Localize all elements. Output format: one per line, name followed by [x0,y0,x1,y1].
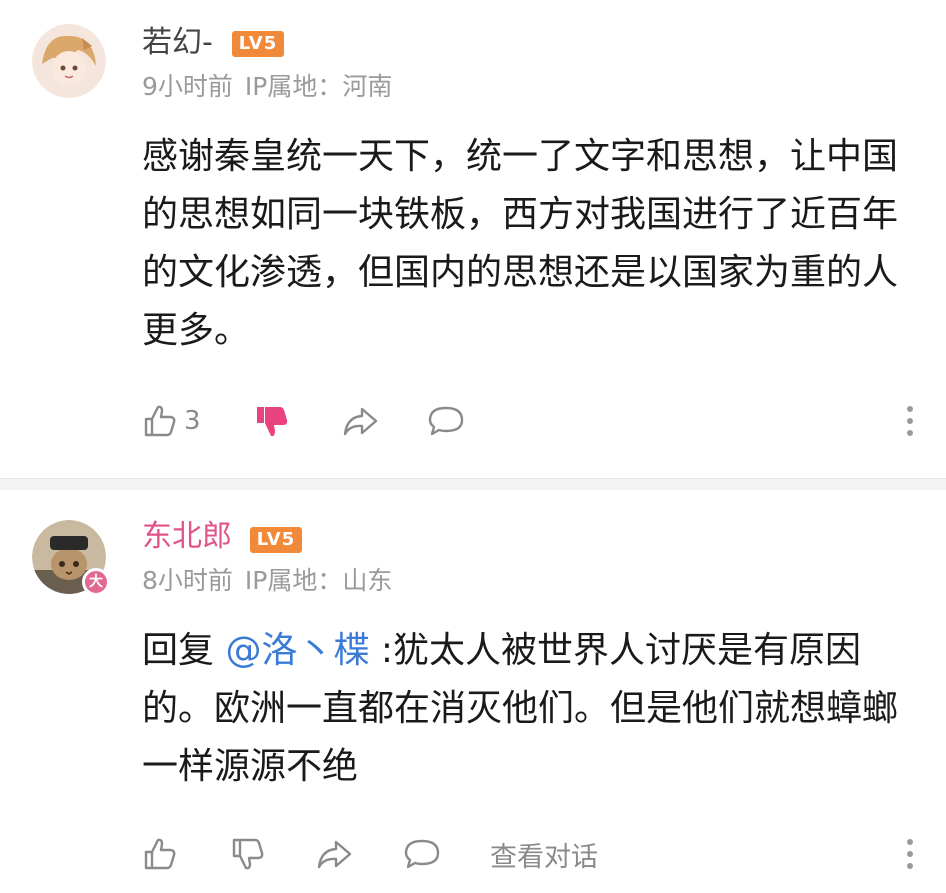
level-badge: LV5 [232,31,284,57]
comment-icon [428,406,464,436]
thumbs-up-icon [144,405,176,437]
ip-label: IP属地： [244,72,343,101]
ip-location: 山东 [342,566,393,595]
share-button[interactable] [340,397,380,445]
vip-badge: 大 [82,568,110,596]
avatar[interactable] [32,24,106,98]
divider [0,478,946,490]
username[interactable]: 东北郎 [142,520,232,554]
more-icon[interactable] [900,830,920,878]
more-icon[interactable] [900,397,920,445]
reply-button[interactable] [402,830,442,878]
like-count: 3 [184,406,201,436]
thumbs-down-icon [257,407,288,437]
username[interactable]: 若幻- [142,26,213,60]
comment-actions: 查看对话 [140,830,920,878]
view-conversation-label: 查看对话 [490,841,598,873]
mention-link[interactable]: @洛丶楪 [225,630,369,671]
like-button[interactable]: 3 [140,397,201,445]
thumbs-up-icon [144,838,176,870]
comment-icon [404,839,440,869]
share-button[interactable] [314,830,354,878]
timestamp: 9小时前 [142,72,233,101]
comment-meta: 9小时前 IP属地：河南 [142,72,404,102]
comment-text: 感谢秦皇统一天下，统一了文字和思想，让中国的思想如同一块铁板，西方对我国进行了近… [142,136,899,351]
reply-button[interactable] [426,397,466,445]
ip-label: IP属地： [244,566,343,595]
comment-1: 若幻- LV5 9小时前 IP属地：河南 感谢秦皇统一天下，统一了文字和思想，让中… [0,0,946,478]
ip-location: 河南 [342,72,393,101]
level-badge: LV5 [250,527,302,553]
comment-text: 回复 @洛丶楪 :犹太人被世界人讨厌是有原因的。欧洲一直都在消灭他们。但是他们就… [142,622,902,796]
comment-actions: 3 [140,397,920,445]
view-conversation-link[interactable]: 查看对话 [490,830,598,878]
dislike-button[interactable] [252,397,292,445]
thumbs-down-icon [232,838,264,870]
like-button[interactable] [140,830,180,878]
comment-meta: 8小时前 IP属地：山东 [142,566,404,596]
dislike-button[interactable] [228,830,268,878]
share-icon [317,840,352,869]
timestamp: 8小时前 [142,566,233,595]
share-icon [343,407,378,436]
reply-prefix: 回复 [142,630,226,671]
